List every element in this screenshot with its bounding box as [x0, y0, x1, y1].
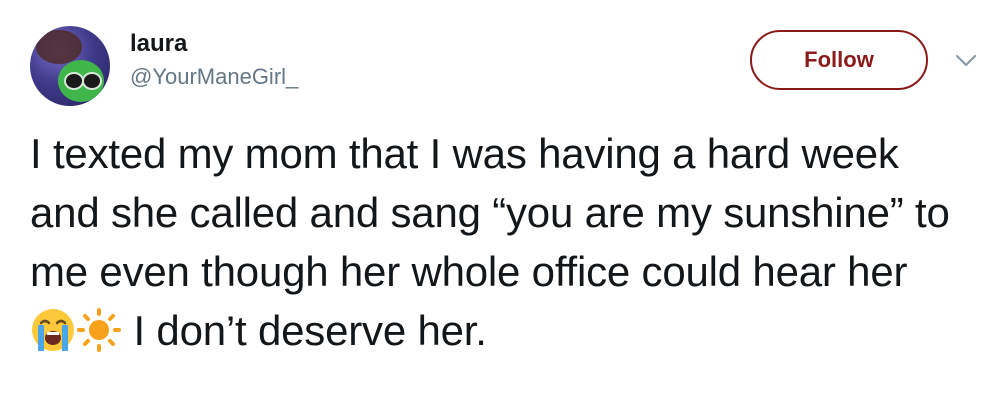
tweet-text-part-2: I don’t deserve her.	[122, 307, 487, 354]
avatar-hair	[36, 30, 82, 64]
sun-icon	[77, 308, 121, 352]
tweet-text: I texted my mom that I was having a hard…	[30, 124, 950, 360]
follow-button[interactable]: Follow	[750, 30, 928, 90]
avatar[interactable]	[30, 26, 110, 106]
tweet-text-part-1: I texted my mom that I was having a hard…	[30, 130, 950, 295]
avatar-eye-right	[82, 72, 102, 90]
chevron-down-icon[interactable]	[955, 54, 977, 68]
display-name[interactable]: laura	[130, 30, 187, 58]
user-handle[interactable]: @YourManeGirl_	[130, 64, 298, 90]
avatar-eye-left	[64, 72, 84, 90]
loudly-crying-face-icon	[32, 309, 74, 351]
